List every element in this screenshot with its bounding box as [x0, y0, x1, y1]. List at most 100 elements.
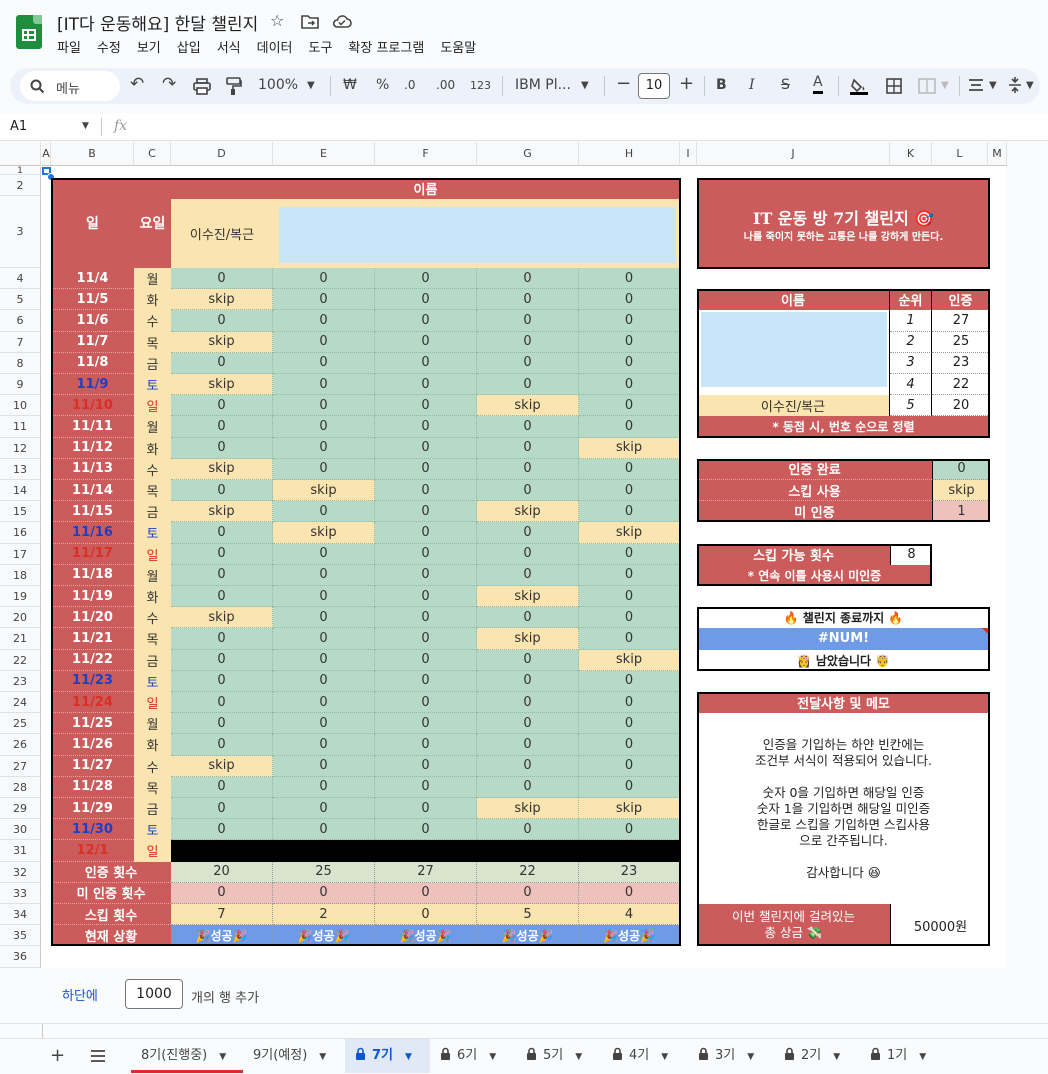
entry-cell[interactable]: 0 [375, 310, 477, 332]
entry-cell[interactable]: 0 [375, 268, 477, 290]
bold-button[interactable]: B [716, 77, 727, 93]
entry-cell[interactable]: 0 [273, 734, 375, 756]
entry-cell[interactable]: 0 [273, 268, 375, 290]
weekday-cell[interactable]: 월 [134, 416, 171, 438]
entry-cell[interactable]: 0 [273, 374, 375, 396]
entry-cell[interactable]: 0 [375, 501, 477, 523]
spreadsheet-grid[interactable]: ABCDEFGHIJKLM 1 2 3 4 5 6 7 8 9 10 11 12 13 14 15 16 17 1… [0, 142, 1007, 968]
sheet-tab[interactable]: 6기 ▼ [430, 1039, 516, 1073]
currency-format-button[interactable]: ₩ [343, 77, 357, 93]
entry-cell[interactable]: 0 [171, 670, 273, 692]
weekday-cell[interactable]: 목 [134, 480, 171, 502]
entry-cell[interactable]: 0 [477, 819, 579, 841]
column-header[interactable]: E [273, 142, 375, 166]
entry-cell[interactable]: 0 [579, 501, 680, 523]
entry-cell[interactable]: 0 [375, 607, 477, 629]
decrease-font-size-icon[interactable]: − [616, 73, 631, 94]
entry-cell[interactable]: 0 [477, 480, 579, 502]
date-cell[interactable]: 11/7 [51, 331, 134, 353]
entry-cell[interactable]: 0 [273, 289, 375, 311]
row-header[interactable]: 9 [0, 374, 41, 396]
date-cell[interactable]: 11/17 [51, 543, 134, 565]
row-header[interactable]: 24 [0, 692, 41, 714]
weekday-cell[interactable]: 목 [134, 776, 171, 798]
merge-cells-icon[interactable] [918, 78, 936, 94]
row-header[interactable]: 6 [0, 310, 41, 332]
date-cell[interactable]: 11/9 [51, 374, 134, 396]
entry-cell[interactable]: 0 [579, 374, 680, 396]
entry-cell[interactable]: 0 [477, 352, 579, 374]
entry-cell[interactable]: 0 [171, 819, 273, 841]
entry-cell[interactable]: 0 [171, 543, 273, 565]
entry-cell[interactable]: skip [273, 480, 375, 502]
entry-cell[interactable]: 0 [273, 458, 375, 480]
chevron-down-icon[interactable]: ▼ [405, 1052, 412, 1062]
row-header[interactable]: 11 [0, 416, 41, 438]
date-cell[interactable]: 11/13 [51, 458, 134, 480]
entry-cell[interactable]: 0 [375, 734, 477, 756]
entry-cell[interactable]: skip [171, 374, 273, 396]
row-header[interactable]: 13 [0, 458, 41, 480]
weekday-cell[interactable]: 금 [134, 649, 171, 671]
chevron-down-icon[interactable]: ▼ [319, 1052, 326, 1062]
entry-cell[interactable]: 0 [375, 819, 477, 841]
entry-cell[interactable]: 0 [375, 649, 477, 671]
entry-cell[interactable]: skip [477, 798, 579, 820]
entry-cell[interactable]: 0 [273, 798, 375, 820]
paint-format-icon[interactable] [226, 77, 242, 96]
entry-cell[interactable]: 0 [477, 670, 579, 692]
row-header[interactable]: 15 [0, 501, 41, 523]
row-header[interactable]: 36 [0, 946, 41, 968]
weekday-cell[interactable]: 토 [134, 670, 171, 692]
entry-cell[interactable]: 0 [375, 564, 477, 586]
entry-cell[interactable]: 0 [273, 395, 375, 417]
sheet-tab[interactable]: 9기(예정) ▼ [243, 1039, 345, 1073]
entry-cell[interactable]: 0 [375, 395, 477, 417]
date-cell[interactable]: 11/30 [51, 819, 134, 841]
weekday-cell[interactable]: 화 [134, 734, 171, 756]
entry-cell[interactable]: 0 [375, 522, 477, 544]
date-cell[interactable]: 11/10 [51, 395, 134, 417]
entry-cell[interactable]: 0 [375, 713, 477, 735]
entry-cell[interactable]: 0 [273, 331, 375, 353]
entry-cell[interactable]: skip [171, 607, 273, 629]
entry-cell[interactable]: 0 [273, 670, 375, 692]
entry-cell[interactable]: 0 [477, 331, 579, 353]
chevron-down-icon[interactable]: ▼ [747, 1052, 754, 1062]
column-header[interactable]: H [579, 142, 680, 166]
chevron-down-icon[interactable]: ▼ [219, 1052, 226, 1062]
entry-cell[interactable]: 0 [171, 776, 273, 798]
weekday-cell[interactable]: 토 [134, 374, 171, 396]
entry-cell[interactable]: skip [171, 331, 273, 353]
row-header[interactable]: 29 [0, 798, 41, 820]
fill-color-icon[interactable] [850, 76, 868, 96]
entry-cell[interactable]: 0 [477, 692, 579, 714]
entry-cell[interactable]: 0 [579, 586, 680, 608]
entry-cell[interactable]: skip [477, 395, 579, 417]
entry-cell[interactable]: 0 [477, 564, 579, 586]
row-header[interactable]: 35 [0, 925, 41, 947]
row-header[interactable]: 8 [0, 352, 41, 374]
date-cell[interactable]: 11/26 [51, 734, 134, 756]
row-header[interactable]: 2 [0, 175, 41, 196]
weekday-cell[interactable]: 화 [134, 289, 171, 311]
menu-item[interactable]: 서식 [217, 37, 241, 56]
weekday-cell[interactable]: 수 [134, 755, 171, 777]
row-header[interactable]: 14 [0, 480, 41, 502]
date-cell[interactable]: 11/24 [51, 692, 134, 714]
entry-cell[interactable]: 0 [477, 607, 579, 629]
entry-cell[interactable]: 0 [171, 437, 273, 459]
entry-cell[interactable]: 0 [477, 543, 579, 565]
entry-cell[interactable]: 0 [171, 649, 273, 671]
menu-item[interactable]: 삽입 [177, 37, 201, 56]
entry-cell[interactable]: skip [477, 501, 579, 523]
column-header[interactable]: M [988, 142, 1007, 166]
add-rows-button[interactable]: 하단에 [62, 985, 98, 1004]
name-box[interactable]: A1 [10, 119, 27, 134]
entry-cell[interactable]: 0 [273, 628, 375, 650]
document-title[interactable]: [IT다 운동해요] 한달 챌린지 [57, 10, 258, 35]
weekday-cell[interactable]: 수 [134, 607, 171, 629]
entry-cell[interactable]: 0 [375, 692, 477, 714]
row-header[interactable]: 12 [0, 437, 41, 459]
weekday-cell[interactable]: 토 [134, 819, 171, 841]
